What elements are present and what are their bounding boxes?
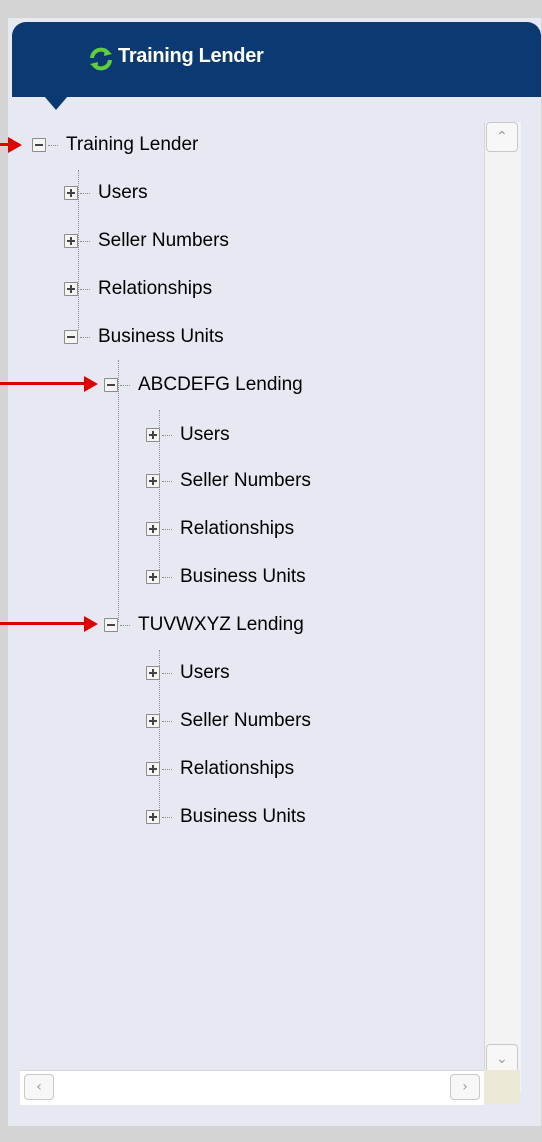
expand-toggle-icon[interactable]: [146, 522, 160, 536]
tree-node-label[interactable]: Users: [180, 662, 230, 684]
tree-node-business-units[interactable]: Business Units: [146, 565, 306, 589]
scroll-up-icon[interactable]: ⌃: [486, 122, 518, 152]
scrollbar-corner: [484, 1070, 520, 1104]
annotation-arrowhead: [8, 137, 22, 153]
tree-node-relationships[interactable]: Relationships: [64, 277, 212, 301]
tree-node-label[interactable]: Seller Numbers: [180, 470, 311, 492]
expand-toggle-icon[interactable]: [146, 428, 160, 442]
tree-node-abcdefg-lending[interactable]: ABCDEFG Lending: [104, 373, 303, 397]
tree-node-business-units[interactable]: Business Units: [64, 325, 224, 349]
tree-node-relationships[interactable]: Relationships: [146, 517, 294, 541]
tree-node-users[interactable]: Users: [146, 661, 230, 685]
tree-node-label[interactable]: Relationships: [180, 758, 294, 780]
collapse-toggle-icon[interactable]: [104, 378, 118, 392]
expand-toggle-icon[interactable]: [146, 762, 160, 776]
tree-node-label[interactable]: Business Units: [98, 326, 224, 348]
header-title: Training Lender: [118, 45, 264, 67]
collapse-toggle-icon[interactable]: [32, 138, 46, 152]
tree-node-seller-numbers[interactable]: Seller Numbers: [64, 229, 229, 253]
tree-node-seller-numbers[interactable]: Seller Numbers: [146, 709, 311, 733]
tree-node-users[interactable]: Users: [64, 181, 148, 205]
expand-toggle-icon[interactable]: [146, 474, 160, 488]
expand-toggle-icon[interactable]: [64, 282, 78, 296]
expand-toggle-icon[interactable]: [146, 714, 160, 728]
annotation-arrowhead: [84, 376, 98, 392]
tree-node-label[interactable]: Seller Numbers: [180, 710, 311, 732]
tree-node-label[interactable]: Relationships: [180, 518, 294, 540]
tree-node-label[interactable]: ABCDEFG Lending: [138, 374, 303, 396]
tree-node-label[interactable]: Users: [98, 182, 148, 204]
tree-node-label[interactable]: Training Lender: [66, 134, 198, 156]
tree-node-root[interactable]: Training Lender: [32, 133, 198, 157]
horizontal-scrollbar[interactable]: [20, 1070, 484, 1105]
tree-node-label[interactable]: Relationships: [98, 278, 212, 300]
annotation-arrow: [0, 622, 84, 625]
expand-toggle-icon[interactable]: [146, 570, 160, 584]
tree-node-relationships[interactable]: Relationships: [146, 757, 294, 781]
tree-node-label[interactable]: Business Units: [180, 566, 306, 588]
scroll-left-icon[interactable]: ‹: [24, 1074, 54, 1100]
collapse-toggle-icon[interactable]: [104, 618, 118, 632]
tree-node-business-units[interactable]: Business Units: [146, 805, 306, 829]
tree-node-label[interactable]: TUVWXYZ Lending: [138, 614, 304, 636]
tree-node-users[interactable]: Users: [146, 423, 230, 447]
refresh-icon: [90, 47, 112, 71]
header-notch: [44, 96, 68, 110]
tree-node-label[interactable]: Seller Numbers: [98, 230, 229, 252]
expand-toggle-icon[interactable]: [64, 186, 78, 200]
tree-node-label[interactable]: Business Units: [180, 806, 306, 828]
tree-node-tuvwxyz-lending[interactable]: TUVWXYZ Lending: [104, 613, 304, 637]
expand-toggle-icon[interactable]: [64, 234, 78, 248]
collapse-toggle-icon[interactable]: [64, 330, 78, 344]
annotation-arrowhead: [84, 616, 98, 632]
scroll-right-icon[interactable]: ›: [450, 1074, 480, 1100]
annotation-arrow: [0, 143, 8, 146]
expand-toggle-icon[interactable]: [146, 810, 160, 824]
tree-connector: [118, 360, 119, 622]
expand-toggle-icon[interactable]: [146, 666, 160, 680]
tree-node-label[interactable]: Users: [180, 424, 230, 446]
tree-node-seller-numbers[interactable]: Seller Numbers: [146, 469, 311, 493]
vertical-scrollbar[interactable]: [484, 122, 521, 1092]
annotation-arrow: [0, 382, 84, 385]
